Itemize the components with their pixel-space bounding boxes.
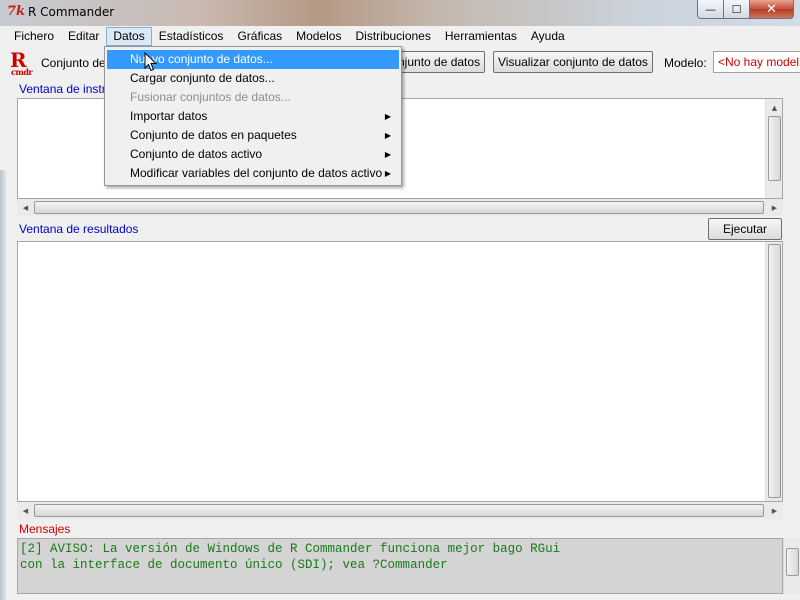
menu-item-conjunto-paquetes[interactable]: Conjunto de datos en paquetes ▶ xyxy=(107,126,399,145)
scroll-thumb[interactable] xyxy=(768,244,781,498)
submenu-arrow-icon: ▶ xyxy=(384,169,391,178)
scroll-thumb[interactable] xyxy=(34,504,764,517)
datos-dropdown-menu: Nuevo conjunto de datos... Cargar conjun… xyxy=(104,46,402,186)
menu-bar: Fichero Editar Datos Estadísticos Gráfic… xyxy=(0,26,800,47)
scroll-left-arrow-icon[interactable]: ◀ xyxy=(17,199,34,216)
menu-estadisticos[interactable]: Estadísticos xyxy=(152,27,231,46)
menu-item-label: Importar datos xyxy=(130,109,208,123)
menu-modelos[interactable]: Modelos xyxy=(289,27,348,46)
script-window-label: Ventana de instr xyxy=(19,82,106,96)
title-bar[interactable]: 7k R Commander — ☐ ✕ xyxy=(0,0,800,26)
menu-item-conjunto-activo[interactable]: Conjunto de datos activo ▶ xyxy=(107,145,399,164)
menu-item-nuevo-conjunto[interactable]: Nuevo conjunto de datos... xyxy=(107,50,399,69)
rcmdr-logo-text: cmdr xyxy=(11,67,33,77)
message-line: con la interface de documento único (SDI… xyxy=(20,558,448,572)
menu-item-modificar-variables[interactable]: Modificar variables del conjunto de dato… xyxy=(107,164,399,183)
menu-item-label: Fusionar conjuntos de datos... xyxy=(130,90,291,104)
menu-fichero[interactable]: Fichero xyxy=(7,27,61,46)
message-line: [2] AVISO: La versión de Windows de R Co… xyxy=(20,542,561,556)
menu-item-label: Conjunto de datos en paquetes xyxy=(130,128,297,142)
submenu-arrow-icon: ▶ xyxy=(384,150,391,159)
messages-window-label: Mensajes xyxy=(19,522,71,536)
menu-ayuda[interactable]: Ayuda xyxy=(524,27,572,46)
scroll-left-arrow-icon[interactable]: ◀ xyxy=(17,502,34,519)
execute-button[interactable]: Ejecutar xyxy=(708,218,782,240)
close-button[interactable]: ✕ xyxy=(750,0,794,19)
menu-item-fusionar-conjuntos: Fusionar conjuntos de datos... xyxy=(107,88,399,107)
rcmdr-logo: R cmdr xyxy=(9,48,37,78)
menu-item-importar-datos[interactable]: Importar datos ▶ xyxy=(107,107,399,126)
scroll-thumb[interactable] xyxy=(786,548,799,576)
menu-datos[interactable]: Datos xyxy=(106,27,152,46)
tk-app-icon: 7k xyxy=(7,4,26,19)
output-vscrollbar[interactable] xyxy=(765,242,782,501)
script-vscrollbar[interactable]: ▲ xyxy=(765,99,782,198)
menu-graficas[interactable]: Gráficas xyxy=(230,27,289,46)
window-left-edge xyxy=(0,170,6,600)
menu-item-label: Nuevo conjunto de datos... xyxy=(130,52,273,66)
active-model-button[interactable]: <No hay model xyxy=(713,51,800,73)
submenu-arrow-icon: ▶ xyxy=(384,112,391,121)
menu-item-label: Modificar variables del conjunto de dato… xyxy=(130,166,383,180)
minimize-button[interactable]: — xyxy=(697,0,724,19)
menu-distribuciones[interactable]: Distribuciones xyxy=(348,27,437,46)
menu-item-label: Cargar conjunto de datos... xyxy=(130,71,275,85)
menu-editar[interactable]: Editar xyxy=(61,27,106,46)
menu-item-cargar-conjunto[interactable]: Cargar conjunto de datos... xyxy=(107,69,399,88)
output-hscrollbar[interactable]: ◀ ▶ xyxy=(17,502,783,519)
edit-dataset-button[interactable]: njunto de datos xyxy=(393,51,486,73)
messages-textarea[interactable]: [2] AVISO: La versión de Windows de R Co… xyxy=(17,538,783,594)
model-label: Modelo: xyxy=(664,56,707,70)
view-dataset-button[interactable]: Visualizar conjunto de datos xyxy=(493,51,653,73)
submenu-arrow-icon: ▶ xyxy=(384,131,391,140)
window-controls: — ☐ ✕ xyxy=(697,0,794,19)
maximize-button[interactable]: ☐ xyxy=(724,0,750,19)
menu-item-label: Conjunto de datos activo xyxy=(130,147,263,161)
scroll-right-arrow-icon[interactable]: ▶ xyxy=(766,502,783,519)
scroll-thumb[interactable] xyxy=(34,201,764,214)
script-hscrollbar[interactable]: ◀ ▶ xyxy=(17,199,783,216)
menu-herramientas[interactable]: Herramientas xyxy=(438,27,524,46)
messages-vscrollbar[interactable] xyxy=(783,538,800,594)
window-title: R Commander xyxy=(28,5,115,19)
scroll-right-arrow-icon[interactable]: ▶ xyxy=(766,199,783,216)
scroll-thumb[interactable] xyxy=(768,116,781,181)
scroll-up-arrow-icon[interactable]: ▲ xyxy=(766,99,783,116)
output-window-label: Ventana de resultados xyxy=(19,222,139,236)
output-textarea[interactable] xyxy=(17,241,783,502)
dataset-label: Conjunto de xyxy=(41,56,106,70)
